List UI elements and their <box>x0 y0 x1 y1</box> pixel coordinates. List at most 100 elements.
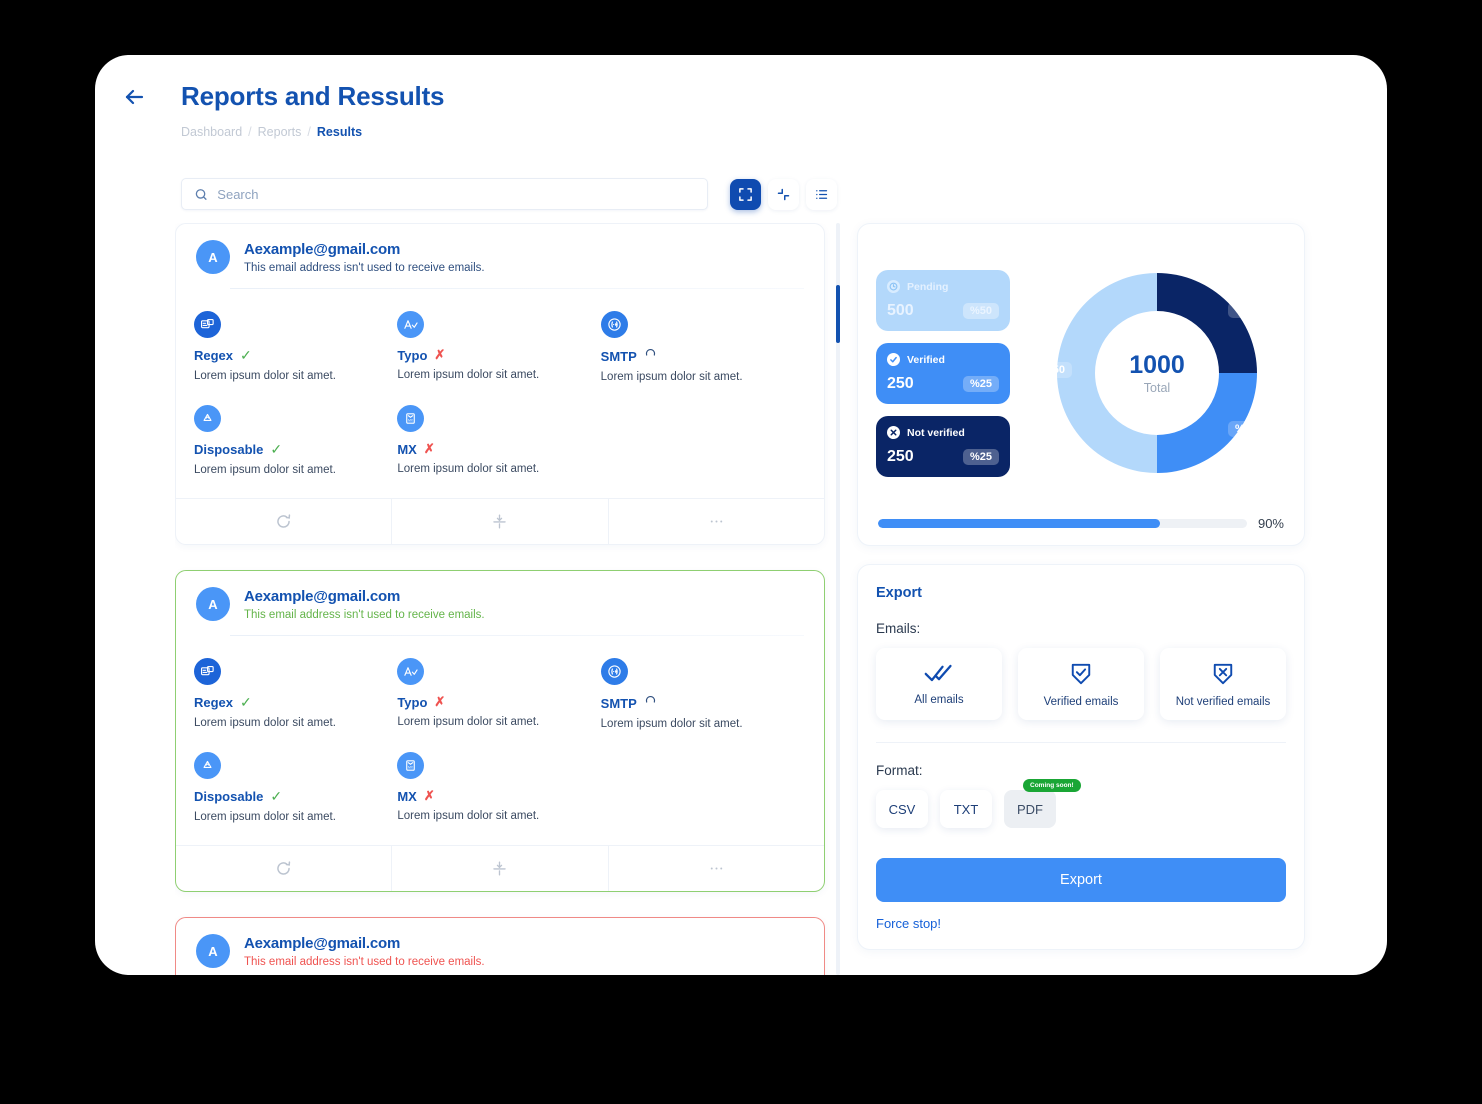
check-item[interactable]: MX MX ✗ Lorem ipsum dolor sit amet. <box>397 752 600 823</box>
email-result-card[interactable]: A Aexample@gmail.com This email address … <box>175 223 825 545</box>
disposable-icon <box>194 752 221 779</box>
download-button[interactable] <box>391 499 607 544</box>
email-address: Aexample@gmail.com <box>244 588 401 605</box>
more-options-button[interactable] <box>607 846 824 891</box>
check-label: Typo <box>397 694 428 710</box>
email-address: Aexample@gmail.com <box>244 935 401 952</box>
fail-cross-icon: ✗ <box>423 441 435 456</box>
check-label: Regex <box>194 348 234 363</box>
coming-soon-badge: Coming soon! <box>1023 779 1081 792</box>
verified-emails-option[interactable]: Verified emails <box>1018 648 1144 720</box>
donut-tag-verified: %25 <box>1227 421 1264 437</box>
all-emails-option[interactable]: All emails <box>876 648 1002 720</box>
legend-label: Verified <box>907 353 945 366</box>
force-stop-link[interactable]: Force stop! <box>876 916 941 931</box>
collapse-view-button[interactable] <box>768 178 799 210</box>
breadcrumb-item-dashboard[interactable]: Dashboard <box>181 125 242 139</box>
search-box[interactable] <box>181 178 708 210</box>
shield-check-icon <box>1071 663 1091 685</box>
emails-label: Emails: <box>876 621 921 636</box>
page-title: Reports and Ressults <box>181 81 445 111</box>
card-header-text: Aexample@gmail.com This email address is… <box>244 934 485 968</box>
right-sidebar: Pending 500 %50 Verified 250 %25 Not ver… <box>857 223 1305 950</box>
legend-head: Verified <box>887 353 999 366</box>
check-label: Disposable <box>194 442 264 457</box>
check-item[interactable]: Regex ✓ Lorem ipsum dolor sit amet. <box>194 311 397 383</box>
list-scrollbar-thumb[interactable] <box>836 285 840 343</box>
legend-card-pending[interactable]: Pending 500 %50 <box>876 270 1010 331</box>
email-status-text: This email address isn't used to receive… <box>244 262 485 274</box>
check-item[interactable]: Disposable ✓ Lorem ipsum dolor sit amet. <box>194 752 397 823</box>
check-label-row: SMTP <box>601 347 804 365</box>
statistics-content: Pending 500 %50 Verified 250 %25 Not ver… <box>876 244 1286 502</box>
card-footer <box>176 845 824 891</box>
loading-spinner-icon <box>644 347 657 365</box>
check-item[interactable]: SMTP Lorem ipsum dolor sit amet. <box>600 311 804 383</box>
card-header-text: Aexample@gmail.com This email address is… <box>244 587 485 621</box>
legend-card-verified[interactable]: Verified 250 %25 <box>876 343 1010 404</box>
search-toolbar <box>181 177 837 211</box>
check-description: Lorem ipsum dolor sit amet. <box>194 717 336 729</box>
more-options-button[interactable] <box>607 499 824 544</box>
loading-spinner-icon <box>644 694 657 712</box>
refresh-button[interactable] <box>176 846 391 891</box>
download-button[interactable] <box>391 846 607 891</box>
legend-values: 500 %50 <box>887 302 999 320</box>
check-item[interactable]: Regex ✓ Lorem ipsum dolor sit amet. <box>194 658 397 730</box>
breadcrumb-separator: / <box>248 125 252 139</box>
expand-view-button[interactable] <box>730 178 761 210</box>
clock-icon <box>887 280 900 293</box>
check-item[interactable]: SMTP Lorem ipsum dolor sit amet. <box>600 658 804 730</box>
format-txt-wrap: TXT <box>940 790 992 828</box>
breadcrumb: Dashboard / Reports / Results <box>181 125 362 139</box>
check-label: Regex <box>194 695 234 710</box>
refresh-button[interactable] <box>176 499 391 544</box>
page-header: Reports and Ressults Dashboard / Reports… <box>95 55 1387 139</box>
option-label: Not verified emails <box>1175 696 1271 708</box>
check-item[interactable]: Typo ✗ Lorem ipsum dolor sit amet. <box>397 658 600 730</box>
legend-value: 250 <box>887 375 914 392</box>
check-description: Lorem ipsum dolor sit amet. <box>194 811 336 823</box>
list-view-button[interactable] <box>806 178 837 210</box>
check-description: Lorem ipsum dolor sit amet. <box>397 463 540 475</box>
collapse-arrows-icon <box>777 188 790 200</box>
arrow-left-icon <box>125 89 144 105</box>
legend-values: 250 %25 <box>887 375 999 393</box>
email-result-card[interactable]: A Aexample@gmail.com This email address … <box>175 570 825 892</box>
not-verified-emails-option[interactable]: Not verified emails <box>1160 648 1286 720</box>
check-description: Lorem ipsum dolor sit amet. <box>600 718 743 730</box>
legend-card-not-verified[interactable]: Not verified 250 %25 <box>876 416 1010 477</box>
format-pdf-button[interactable]: PDF <box>1004 790 1056 828</box>
check-circle-icon <box>887 353 900 366</box>
check-item[interactable]: Typo ✗ Lorem ipsum dolor sit amet. <box>397 311 600 383</box>
check-label-row: Regex ✓ <box>194 347 397 364</box>
legend-value: 250 <box>887 448 914 465</box>
statistics-panel: Pending 500 %50 Verified 250 %25 Not ver… <box>857 223 1305 546</box>
double-check-icon <box>924 664 952 682</box>
check-item[interactable]: MX MX ✗ Lorem ipsum dolor sit amet. <box>397 405 600 476</box>
donut-chart: 1000 Total %25 %25 %50 <box>1028 244 1286 502</box>
back-button[interactable] <box>117 80 151 114</box>
list-icon <box>816 189 828 199</box>
typo-icon <box>397 311 425 338</box>
shield-x-icon <box>1213 663 1233 685</box>
breadcrumb-item-reports[interactable]: Reports <box>258 125 302 139</box>
check-description: Lorem ipsum dolor sit amet. <box>194 370 336 382</box>
card-header-text: Aexample@gmail.com This email address is… <box>244 240 485 274</box>
legend-head: Not verified <box>887 426 999 439</box>
check-item[interactable]: Disposable ✓ Lorem ipsum dolor sit amet. <box>194 405 397 476</box>
format-txt-button[interactable]: TXT <box>940 790 992 828</box>
export-button[interactable]: Export <box>876 858 1286 902</box>
progress-label: 90% <box>1257 516 1284 531</box>
check-description: Lorem ipsum dolor sit amet. <box>397 810 540 822</box>
search-input[interactable] <box>217 186 695 202</box>
donut-total-value: 1000 <box>1129 351 1185 379</box>
progress-fill <box>878 519 1161 528</box>
divider <box>876 742 1286 743</box>
check-label-row: Typo ✗ <box>397 694 600 710</box>
breadcrumb-item-results[interactable]: Results <box>317 125 362 139</box>
email-result-card[interactable]: A Aexample@gmail.com This email address … <box>175 917 825 975</box>
view-toolbar <box>730 178 837 210</box>
format-csv-button[interactable]: CSV <box>876 790 928 828</box>
pass-check-icon: ✓ <box>270 441 283 457</box>
